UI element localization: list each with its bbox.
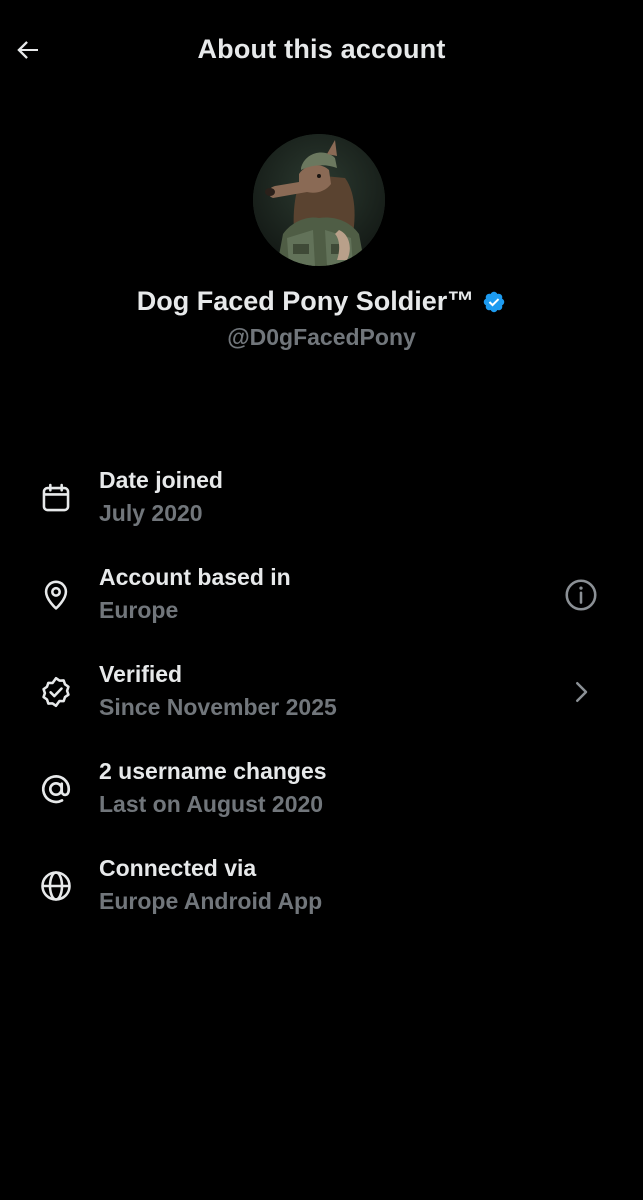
- info-value: July 2020: [99, 500, 203, 526]
- chevron-right-icon: [576, 682, 588, 702]
- top-bar: About this account: [0, 0, 643, 104]
- info-text: 2 username changes Last on August 2020: [99, 757, 327, 818]
- info-row-connected-via: Connected via Europe Android App: [0, 846, 643, 943]
- info-label: Connected via: [99, 855, 257, 881]
- info-value: Europe Android App: [99, 888, 323, 914]
- info-row-account-based-in: Account based in Europe: [0, 555, 643, 652]
- location-pin-icon: [36, 575, 76, 615]
- calendar-icon: [36, 478, 76, 518]
- info-row-verified[interactable]: Verified Since November 2025: [0, 652, 643, 749]
- page-title: About this account: [197, 34, 446, 64]
- info-value: Since November 2025: [99, 694, 337, 720]
- dog-soldier-avatar: [253, 134, 385, 266]
- info-text: Verified Since November 2025: [99, 660, 337, 721]
- verified-details-button[interactable]: [559, 670, 603, 714]
- info-text: Connected via Europe Android App: [99, 854, 322, 915]
- account-info-list: Date joined July 2020 Account based in E…: [0, 458, 643, 943]
- info-label: Date joined: [99, 467, 223, 493]
- profile-name-row: Dog Faced Pony Soldier™: [0, 286, 643, 317]
- info-text: Date joined July 2020: [99, 466, 223, 527]
- verified-check-icon: [36, 672, 76, 712]
- info-value: Europe: [99, 597, 179, 623]
- info-value: Last on August 2020: [99, 791, 324, 817]
- info-label: Verified: [99, 661, 183, 687]
- info-button[interactable]: [559, 573, 603, 617]
- info-row-username-changes: 2 username changes Last on August 2020: [0, 749, 643, 846]
- globe-icon: [36, 866, 76, 906]
- verified-badge-icon: [484, 291, 505, 312]
- info-icon: [565, 579, 597, 611]
- info-row-date-joined: Date joined July 2020: [0, 458, 643, 555]
- at-sign-icon: [36, 769, 76, 809]
- account-handle: @D0gFacedPony: [227, 324, 416, 350]
- display-name: Dog Faced Pony Soldier™: [136, 286, 475, 316]
- info-label: 2 username changes: [99, 758, 327, 784]
- info-text: Account based in Europe: [99, 563, 291, 624]
- info-label: Account based in: [99, 564, 291, 590]
- avatar[interactable]: [253, 134, 385, 266]
